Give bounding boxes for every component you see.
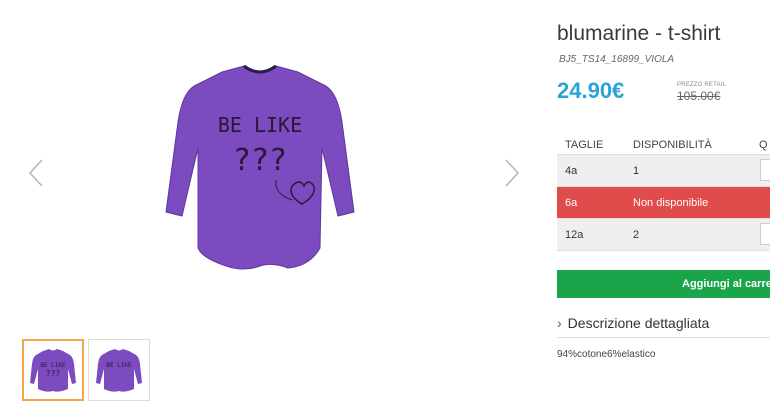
- description-text: 94%cotone6%elastico: [557, 349, 656, 360]
- add-to-cart-label: Aggiungi al carrello: [682, 278, 770, 290]
- header-availability: DISPONIBILITÀ: [633, 139, 712, 151]
- quantity-input[interactable]: [760, 159, 770, 181]
- product-info-panel: blumarine - t-shirt BJ5_TS14_16899_VIOLA…: [557, 0, 770, 420]
- row-size: 12a: [565, 228, 584, 241]
- thumbnail-front[interactable]: BE LIKE ???: [22, 339, 84, 401]
- table-row: 12a 2: [557, 219, 770, 251]
- svg-text:???: ???: [46, 369, 61, 378]
- product-gallery: BE LIKE ??? BE LIKE ??? BE LIKE: [0, 0, 555, 420]
- product-price: 24.90€: [557, 78, 625, 103]
- table-row: 6a Non disponibile: [557, 187, 770, 219]
- description-toggle-label: Descrizione dettagliata: [567, 315, 710, 331]
- quantity-input[interactable]: [760, 223, 770, 245]
- row-availability: 1: [633, 164, 640, 177]
- row-size: 4a: [565, 164, 578, 177]
- header-quantity: Q: [759, 139, 768, 151]
- add-to-cart-button[interactable]: Aggiungi al carrello: [557, 270, 770, 298]
- chevron-right-icon: ›: [557, 315, 562, 331]
- shirt-print-text-2: ???: [233, 143, 287, 178]
- size-table: TAGLIE DISPONIBILITÀ Q 4a 1 6a Non dispo…: [557, 136, 770, 251]
- product-main-image: BE LIKE ???: [160, 52, 360, 282]
- chevron-right-icon[interactable]: [500, 156, 524, 190]
- size-table-header: TAGLIE DISPONIBILITÀ Q: [557, 136, 770, 155]
- thumbnail-strip: BE LIKE ??? BE LIKE: [22, 339, 150, 401]
- table-row: 4a 1: [557, 155, 770, 187]
- row-availability: Non disponibile: [633, 196, 709, 209]
- product-sku: BJ5_TS14_16899_VIOLA: [559, 54, 675, 65]
- row-availability: 2: [633, 228, 640, 241]
- description-toggle[interactable]: › Descrizione dettagliata: [557, 315, 770, 338]
- chevron-left-icon[interactable]: [24, 156, 48, 190]
- svg-text:BE LIKE: BE LIKE: [106, 362, 132, 369]
- svg-text:BE LIKE: BE LIKE: [40, 362, 66, 369]
- thumbnail-back[interactable]: BE LIKE: [88, 339, 150, 401]
- shirt-print-text-1: BE LIKE: [218, 113, 302, 137]
- row-size: 6a: [565, 196, 578, 209]
- header-sizes: TAGLIE: [565, 139, 604, 151]
- product-title: blumarine - t-shirt: [557, 22, 721, 45]
- retail-price: 105.00€: [677, 89, 721, 103]
- retail-price-label: PREZZO RETAIL: [677, 82, 727, 88]
